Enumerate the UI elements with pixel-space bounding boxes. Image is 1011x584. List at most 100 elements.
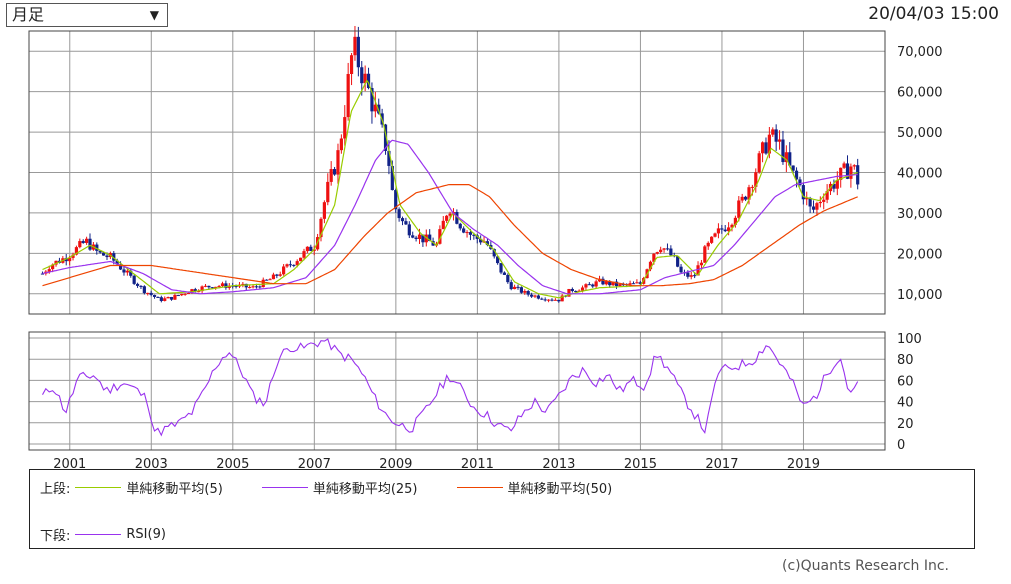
candle-body [720,228,724,230]
legend-upper-row: 上段: 単純移動平均(5) 単純移動平均(25) 単純移動平均(50) [40,478,646,497]
copyright-notice: (c)Quants Research Inc. [781,558,949,574]
candle-body [186,293,191,295]
candle-body [183,293,187,295]
candle-body [302,251,306,258]
candle-body [142,286,146,294]
candle-body [458,223,462,229]
candle-body [706,242,710,247]
price-ytick-label: 50,000 [897,126,943,141]
candle-body [176,295,180,297]
ma-line-sma5 [42,79,858,299]
candle-body [397,209,401,219]
candle-body [506,274,510,283]
candle-body [135,283,140,286]
candle-body [594,281,598,287]
price-candlesticks [40,25,860,303]
candle-body [271,274,276,280]
candle-body [849,166,853,179]
legend-swatch-rsi [75,533,122,535]
candle-body [750,186,754,188]
candle-body [502,272,507,275]
legend-swatch-sma5 [75,486,122,488]
candle-body [360,67,364,84]
candle-body [122,269,126,273]
candle-body [349,55,354,74]
candle-body [146,292,150,294]
candle-body [587,284,591,286]
legend-label-rsi: RSI(9) [126,526,166,542]
candle-body [737,200,741,218]
candle-body [207,285,211,288]
price-ytick-label: 30,000 [897,207,943,222]
candle-body [774,129,778,142]
candle-body [540,298,544,300]
candle-body [81,241,85,243]
candle-body [203,285,208,287]
candle-body [553,299,557,301]
candle-body [261,279,265,288]
candle-body [686,272,690,277]
candle-body [628,283,632,285]
candle-body [710,236,714,243]
candle-body [339,138,343,151]
candle-body [557,299,561,302]
candle-body [400,218,405,222]
candle-body [716,228,721,234]
candle-body [180,293,184,296]
candle-body [414,237,418,240]
candle-body [618,284,622,287]
candle-body [743,196,748,200]
legend-item-sma5: 単純移動平均(5) [70,478,223,497]
candle-body [278,274,282,276]
candle-body [760,142,765,154]
candle-body [679,266,683,273]
candle-body [299,257,303,262]
candle-body [248,287,252,289]
candle-body [78,241,82,248]
candle-body [693,275,697,277]
candle-body [85,238,89,243]
candle-body [159,297,163,301]
candle-body [329,169,333,182]
candle-body [815,203,819,210]
price-ytick-label: 40,000 [897,167,943,182]
price-ytick-label: 60,000 [897,86,943,101]
candle-body [516,286,520,288]
candle-body [659,249,663,253]
candle-body [740,196,744,201]
candle-body [689,275,693,277]
candle-body [173,295,177,300]
rsi9-line [42,338,859,437]
candle-body [580,287,585,291]
candle-body [149,292,153,295]
candle-body [326,181,330,203]
candle-body [703,246,707,263]
candle-body [305,246,310,252]
candle-body [268,279,272,281]
candle-body [353,36,357,56]
rsi-ytick-label: 100 [897,332,922,347]
candle-body [404,221,408,225]
legend-upper-label: 上段: [40,481,71,497]
candle-body [635,282,639,284]
candle-body [156,296,160,298]
candle-body [462,228,466,233]
candle-body [591,284,595,287]
candle-body [163,298,167,301]
candle-body [220,283,225,287]
ma-line-sma50 [42,184,858,287]
candle-body [536,295,540,299]
candle-body [309,246,313,251]
candle-body [662,248,666,250]
candle-body [499,263,503,273]
legend: 上段: 単純移動平均(5) 単純移動平均(25) 単純移動平均(50) 下段: … [29,469,975,549]
candle-body [346,73,350,118]
candle-body [811,206,816,210]
candle-body [519,287,524,293]
candle-body [529,294,534,297]
candle-body [852,165,856,167]
candle-body [468,232,473,235]
legend-label-sma5: 単純移動平均(5) [126,481,223,497]
moving-average-lines [42,79,858,299]
legend-item-sma25: 単純移動平均(25) [257,478,418,497]
